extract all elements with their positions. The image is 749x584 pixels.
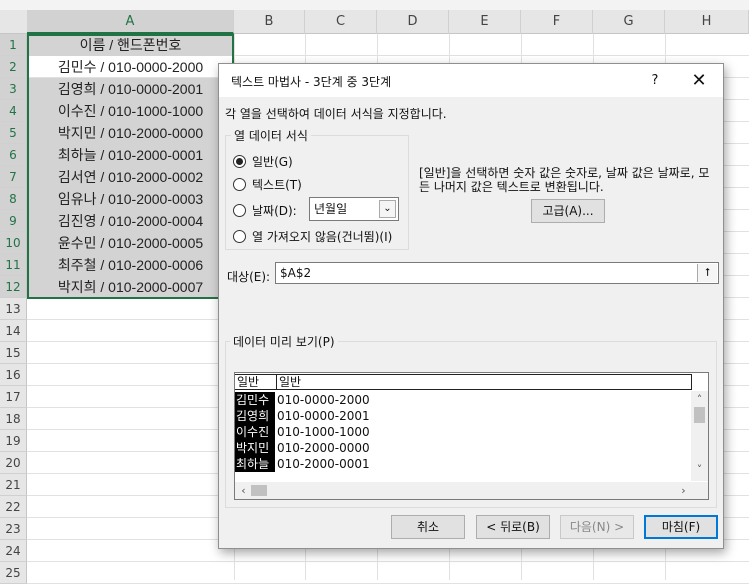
radio-date-indicator[interactable]	[233, 203, 246, 217]
radio-text[interactable]: 텍스트(T)	[233, 175, 302, 193]
scroll-down-icon[interactable]: ˅	[691, 463, 708, 476]
radio-text-indicator[interactable]	[233, 177, 246, 191]
column-header-h[interactable]: H	[665, 10, 749, 34]
selection-border	[27, 34, 234, 299]
preview-phone-cell: 010-1000-1000	[277, 425, 370, 439]
format-description: [일반]을 선택하면 숫자 값은 숫자로, 날짜 값은 날짜로, 모든 나머지 …	[419, 166, 710, 194]
cancel-button[interactable]: 취소	[391, 515, 465, 539]
advanced-button[interactable]: 고급(A)...	[531, 199, 605, 223]
help-button[interactable]: ?	[644, 70, 666, 92]
row-header-22[interactable]: 22	[0, 496, 27, 518]
column-header-d[interactable]: D	[377, 10, 449, 34]
preview-phone-cell: 010-2000-0000	[277, 441, 370, 455]
preview-name-cell: 최하늘	[235, 456, 275, 472]
radio-date[interactable]: 날짜(D):	[233, 201, 297, 219]
row-header-24[interactable]: 24	[0, 540, 27, 562]
row-header-20[interactable]: 20	[0, 452, 27, 474]
radio-text-label: 텍스트(T)	[252, 177, 302, 192]
row-header-5[interactable]: 5	[0, 122, 27, 144]
date-format-value: 년월일	[314, 202, 348, 216]
column-header-c[interactable]: C	[305, 10, 377, 34]
radio-date-label: 날짜(D):	[252, 203, 297, 218]
close-button[interactable]: ✕	[685, 68, 713, 94]
radio-skip-column[interactable]: 열 가져오지 않음(건너뜀)(I)	[233, 227, 392, 245]
row-header-3[interactable]: 3	[0, 78, 27, 100]
row-header-11[interactable]: 11	[0, 254, 27, 276]
scroll-left-icon[interactable]: ‹	[235, 484, 252, 497]
finish-button[interactable]: 마침(F)	[644, 515, 718, 539]
date-format-select[interactable]: 년월일 ⌄	[309, 197, 399, 221]
preview-phone-cell: 010-0000-2000	[277, 393, 370, 407]
row-header-23[interactable]: 23	[0, 518, 27, 540]
next-button[interactable]: 다음(N) >	[560, 515, 634, 539]
chevron-down-icon[interactable]: ⌄	[379, 200, 396, 218]
radio-general-indicator[interactable]	[233, 154, 246, 168]
preview-col-1-header[interactable]: 일반	[235, 375, 277, 389]
row-header-10[interactable]: 10	[0, 232, 27, 254]
column-header-g[interactable]: G	[593, 10, 665, 34]
back-button[interactable]: < 뒤로(B)	[476, 515, 550, 539]
row-header-17[interactable]: 17	[0, 386, 27, 408]
row-header-12[interactable]: 12	[0, 276, 27, 298]
instruction-text: 각 열을 선택하여 데이터 서식을 지정합니다.	[225, 107, 447, 121]
column-header-a[interactable]: A	[27, 10, 234, 34]
radio-general-label: 일반(G)	[252, 154, 293, 169]
preview-name-cell: 김영희	[235, 408, 275, 424]
preview-horizontal-scrollbar[interactable]: ‹ ›	[235, 482, 708, 499]
ribbon-edge	[0, 0, 749, 10]
preview-phone-cell: 010-0000-2001	[277, 409, 370, 423]
preview-name-cell: 김민수	[235, 392, 275, 408]
data-preview[interactable]: 일반 일반 김민수 010-0000-2000 김영희 010-0000-2001 이수…	[234, 372, 709, 500]
preview-header: 일반 일반	[235, 374, 692, 390]
dialog-title: 텍스트 마법사 - 3단계 중 3단계	[231, 75, 392, 89]
vertical-scroll-thumb[interactable]	[694, 407, 705, 423]
column-header-e[interactable]: E	[449, 10, 521, 34]
preview-name-cell: 박지민	[235, 440, 275, 456]
radio-general[interactable]: 일반(G)	[233, 152, 293, 170]
scroll-right-icon[interactable]: ›	[675, 484, 692, 497]
target-value: $A$2	[280, 266, 312, 280]
preview-name-cell: 이수진	[235, 424, 275, 440]
row-header-21[interactable]: 21	[0, 474, 27, 496]
radio-skip-label: 열 가져오지 않음(건너뜀)(I)	[252, 229, 393, 244]
horizontal-scroll-thumb[interactable]	[251, 485, 267, 496]
radio-skip-indicator[interactable]	[233, 229, 246, 243]
scroll-up-icon[interactable]: ˄	[691, 393, 708, 406]
row-header-8[interactable]: 8	[0, 188, 27, 210]
row-header-7[interactable]: 7	[0, 166, 27, 188]
row-header-13[interactable]: 13	[0, 298, 27, 320]
row-header-1[interactable]: 1	[0, 34, 27, 56]
gridline	[27, 561, 749, 562]
column-header-f[interactable]: F	[521, 10, 593, 34]
row-header-2[interactable]: 2	[0, 56, 27, 78]
row-header-16[interactable]: 16	[0, 364, 27, 386]
column-format-group-label: 열 데이터 서식	[231, 127, 311, 144]
preview-vertical-scrollbar[interactable]: ˄ ˅	[691, 391, 708, 481]
text-import-wizard-dialog: 텍스트 마법사 - 3단계 중 3단계 ? ✕ 각 열을 선택하여 데이터 서식…	[218, 63, 724, 549]
row-header-6[interactable]: 6	[0, 144, 27, 166]
target-label: 대상(E):	[227, 270, 271, 284]
preview-group-label: 데이터 미리 보기(P)	[230, 333, 338, 350]
preview-phone-cell: 010-2000-0001	[277, 457, 370, 471]
row-header-19[interactable]: 19	[0, 430, 27, 452]
row-header-15[interactable]: 15	[0, 342, 27, 364]
preview-col-2-header[interactable]: 일반	[277, 375, 301, 389]
row-header-9[interactable]: 9	[0, 210, 27, 232]
row-header-18[interactable]: 18	[0, 408, 27, 430]
row-header-4[interactable]: 4	[0, 100, 27, 122]
collapse-dialog-icon[interactable]: ⭡	[697, 264, 717, 282]
column-header-b[interactable]: B	[234, 10, 305, 34]
dialog-titlebar: 텍스트 마법사 - 3단계 중 3단계 ? ✕	[219, 64, 723, 97]
row-header-25[interactable]: 25	[0, 562, 27, 584]
row-header-14[interactable]: 14	[0, 320, 27, 342]
target-input[interactable]: $A$2 ⭡	[275, 262, 719, 284]
